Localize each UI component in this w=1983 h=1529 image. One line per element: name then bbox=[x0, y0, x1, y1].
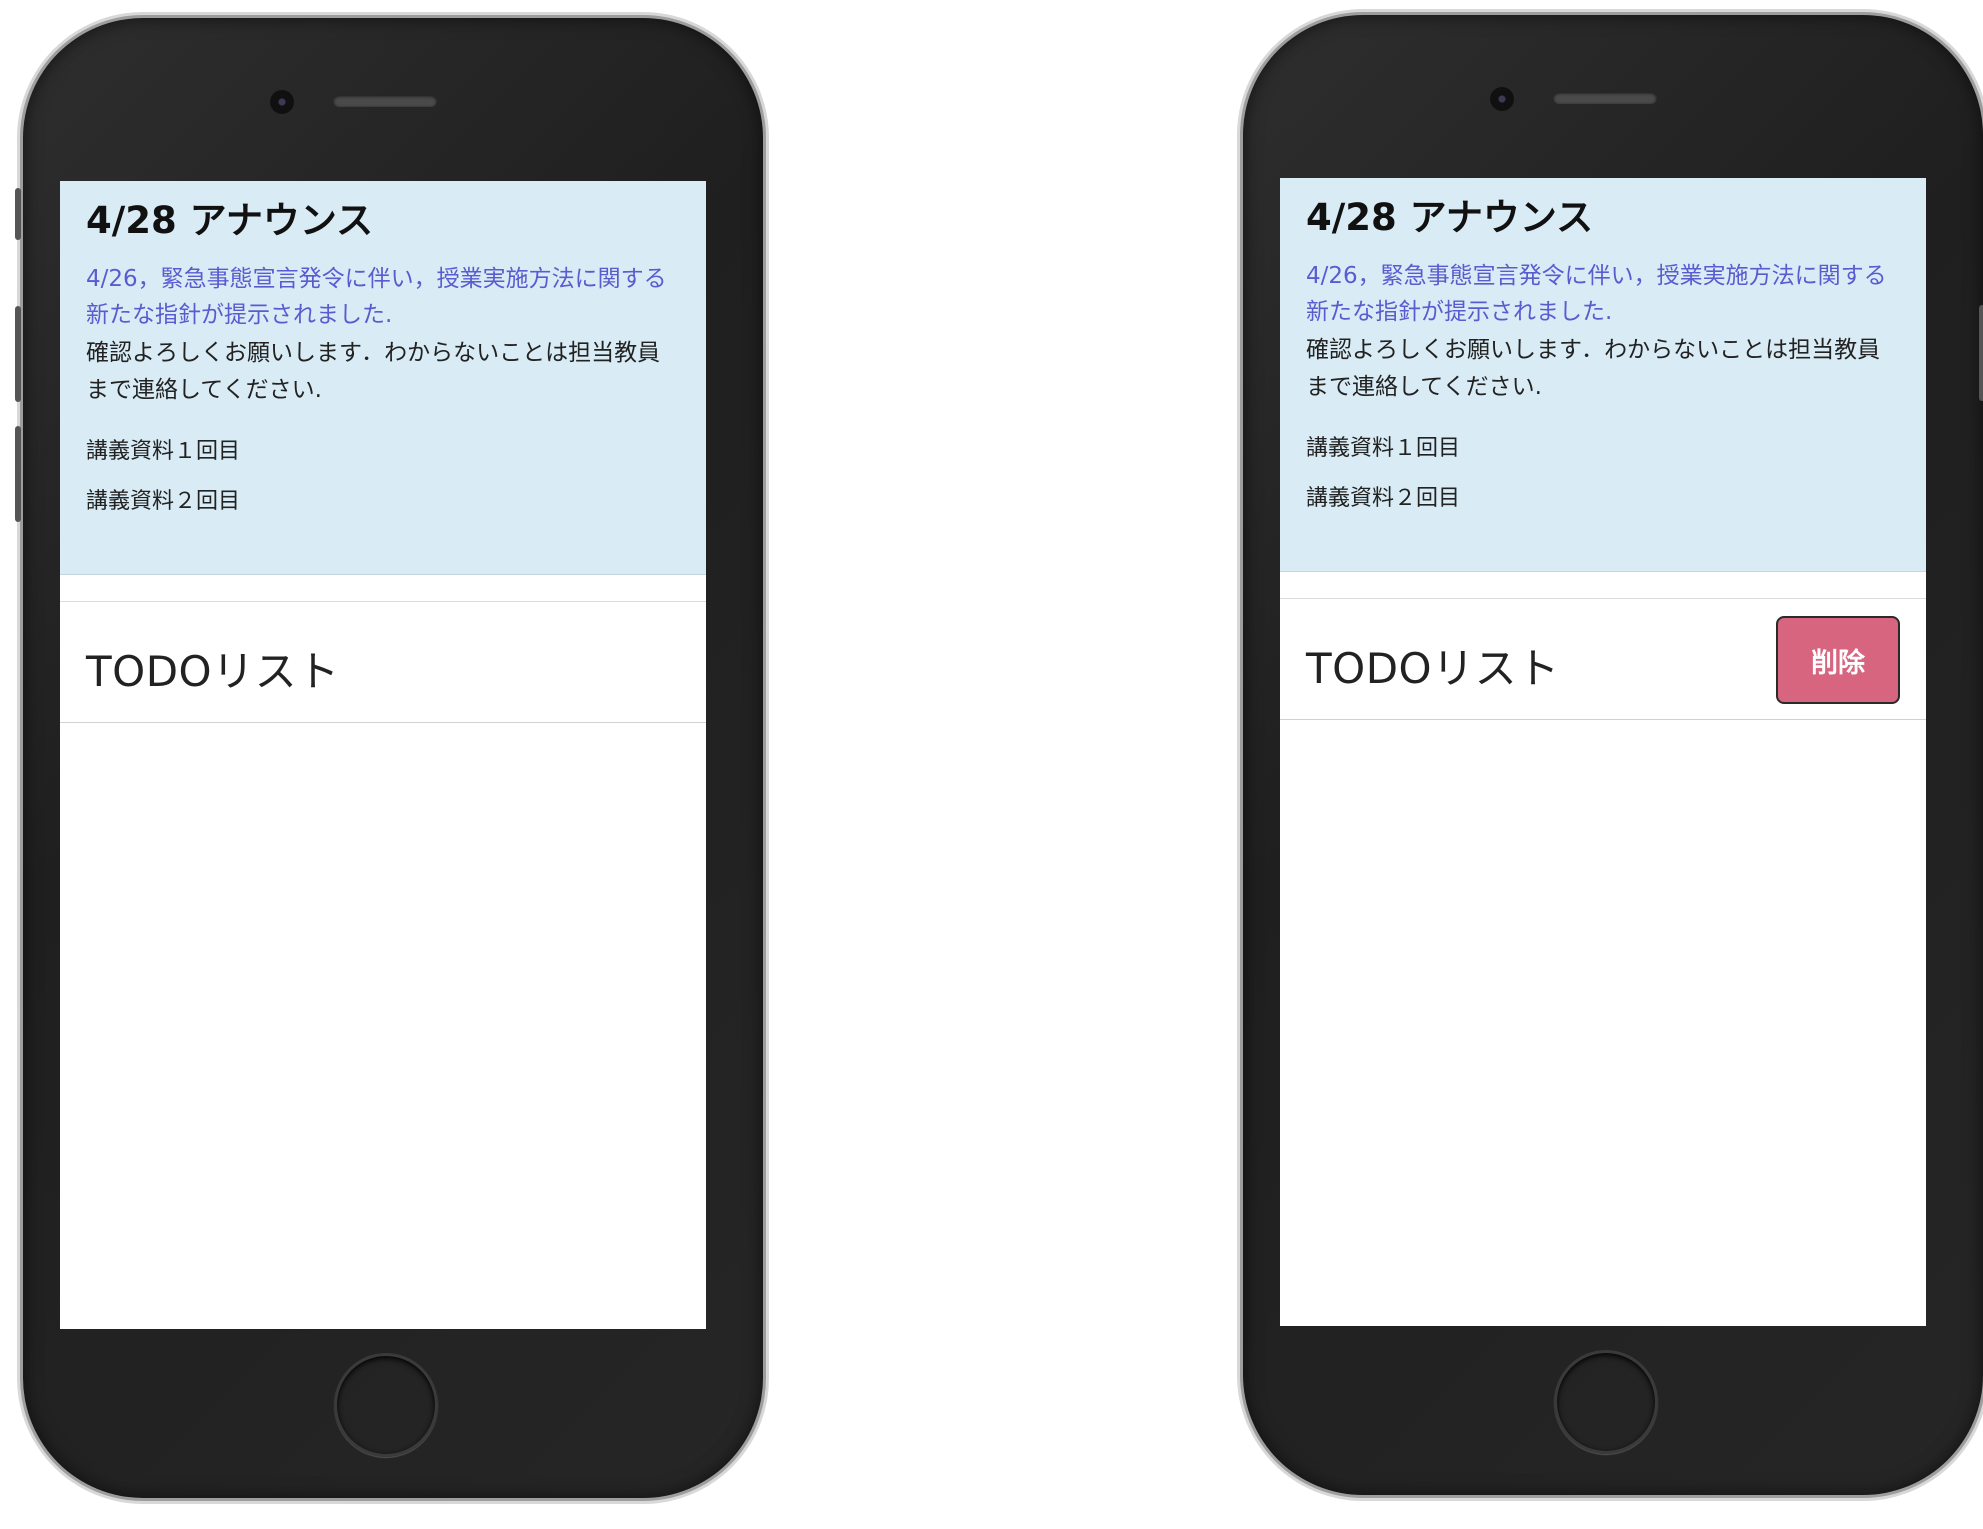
camera-icon bbox=[270, 90, 294, 114]
camera-icon bbox=[1490, 87, 1514, 111]
material-link-2[interactable]: 講義資料２回目 bbox=[86, 487, 680, 517]
announcement-panel: 4/28 アナウンス 4/26，緊急事態宣言発令に伴い，授業実施方法に関する新た… bbox=[60, 181, 706, 575]
screen-left: 4/28 アナウンス 4/26，緊急事態宣言発令に伴い，授業実施方法に関する新た… bbox=[60, 181, 706, 1329]
home-button bbox=[1554, 1350, 1658, 1454]
todo-title: TODOリスト bbox=[86, 647, 340, 696]
announcement-body: 確認よろしくお願いします．わからないことは担当教員まで連絡してください. bbox=[1306, 337, 1881, 400]
announcement-title: 4/28 アナウンス bbox=[1306, 196, 1594, 239]
delete-button[interactable]: 削除 bbox=[1776, 616, 1900, 704]
phone-frame-right: 4/28 アナウンス 4/26，緊急事態宣言発令に伴い，授業実施方法に関する新た… bbox=[1243, 15, 1983, 1495]
material-link-1[interactable]: 講義資料１回目 bbox=[86, 437, 680, 467]
home-button bbox=[334, 1353, 438, 1457]
side-button bbox=[15, 188, 21, 240]
volume-down-button bbox=[15, 426, 21, 522]
announcement-link[interactable]: 4/26，緊急事態宣言発令に伴い，授業実施方法に関する新たな指針が提示されました… bbox=[86, 261, 680, 333]
todo-title: TODOリスト bbox=[1306, 644, 1560, 693]
volume-up-button bbox=[15, 306, 21, 402]
announcement-panel: 4/28 アナウンス 4/26，緊急事態宣言発令に伴い，授業実施方法に関する新た… bbox=[1280, 178, 1926, 572]
screen-right: 4/28 アナウンス 4/26，緊急事態宣言発令に伴い，授業実施方法に関する新た… bbox=[1280, 178, 1926, 1326]
power-button bbox=[1979, 305, 1983, 401]
phone-frame-left: 4/28 アナウンス 4/26，緊急事態宣言発令に伴い，授業実施方法に関する新た… bbox=[15, 18, 763, 1498]
material-link-1[interactable]: 講義資料１回目 bbox=[1306, 434, 1900, 464]
announcement-link[interactable]: 4/26，緊急事態宣言発令に伴い，授業実施方法に関する新たな指針が提示されました… bbox=[1306, 258, 1900, 330]
todo-header: TODOリスト bbox=[60, 602, 706, 723]
announcement-title: 4/28 アナウンス bbox=[86, 199, 374, 242]
speaker-grille bbox=[1553, 92, 1657, 104]
todo-header: TODOリスト 削除 bbox=[1280, 599, 1926, 720]
list-divider bbox=[1280, 572, 1926, 599]
announcement-body: 確認よろしくお願いします．わからないことは担当教員まで連絡してください. bbox=[86, 340, 661, 403]
material-link-2[interactable]: 講義資料２回目 bbox=[1306, 484, 1900, 514]
list-divider bbox=[60, 575, 706, 602]
speaker-grille bbox=[333, 95, 437, 107]
